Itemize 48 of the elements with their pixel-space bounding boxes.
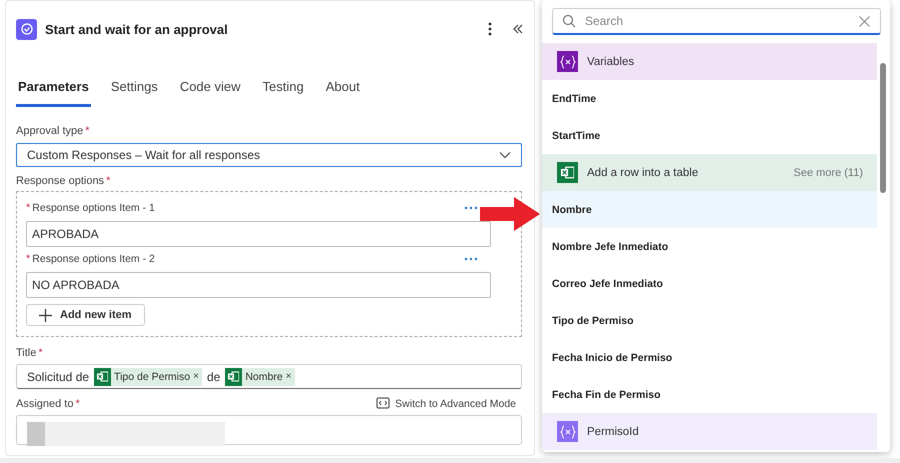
- clear-icon[interactable]: [859, 16, 870, 27]
- tab[interactable]: Parameters: [16, 73, 91, 107]
- collapse-icon[interactable]: [512, 23, 524, 35]
- field-label: Assigned to: [16, 398, 74, 410]
- field-label: Response options Item - 1: [32, 202, 155, 214]
- tab[interactable]: Code view: [178, 73, 243, 107]
- field-label: Title: [16, 347, 36, 359]
- search-field[interactable]: Search: [552, 8, 881, 35]
- plus-icon: [39, 308, 52, 322]
- approval-icon: [16, 18, 37, 40]
- field-label: Response options: [16, 175, 104, 187]
- switch-mode-link[interactable]: Switch to Advanced Mode: [376, 397, 522, 411]
- tab[interactable]: Testing: [260, 73, 306, 107]
- required-mark: *: [26, 202, 30, 214]
- code-icon: [376, 397, 392, 411]
- required-mark: *: [106, 175, 110, 187]
- search-icon: [562, 14, 576, 28]
- more-options-icon[interactable]: [488, 22, 492, 36]
- group-header[interactable]: PermisoId: [542, 413, 877, 450]
- panel-title: Start and wait for an approval: [45, 22, 229, 36]
- chevron-down-icon: [499, 151, 511, 159]
- group-header[interactable]: Variables: [542, 43, 877, 80]
- spreadsheet-icon: [225, 368, 242, 386]
- title-text: Solicitud de: [27, 370, 90, 384]
- required-mark: *: [26, 253, 30, 265]
- field-label: Approval type: [16, 125, 84, 137]
- tab[interactable]: About: [324, 73, 362, 107]
- title-text: de: [206, 370, 220, 384]
- dynamic-token[interactable]: Nombre ×: [225, 368, 295, 386]
- remove-icon[interactable]: ×: [286, 371, 292, 382]
- assigned-to-field[interactable]: [16, 415, 522, 445]
- title-field[interactable]: Solicitud de Tipo de Permiso × de Nombre ×: [16, 364, 522, 389]
- approval-type-dropdown[interactable]: Custom Responses – Wait for all responses: [16, 143, 522, 167]
- input-field[interactable]: APROBADA: [26, 221, 491, 247]
- required-mark: *: [38, 347, 43, 359]
- field-label: Response options Item - 2: [32, 253, 155, 265]
- arrow-drawing: [480, 197, 540, 231]
- remove-icon[interactable]: ×: [193, 371, 199, 382]
- dynamic-token[interactable]: Tipo de Permiso ×: [94, 368, 202, 386]
- tab[interactable]: Settings: [108, 73, 160, 107]
- add-item-button[interactable]: Add new item: [26, 304, 145, 326]
- required-mark: *: [85, 125, 90, 137]
- input-field[interactable]: NO APROBADA: [26, 272, 491, 298]
- spreadsheet-icon: [94, 368, 112, 386]
- see-more-link[interactable]: See more (11): [794, 166, 863, 178]
- list-item[interactable]: Nombre: [542, 191, 877, 228]
- group-header[interactable]: Add a row into a table See more (11): [542, 154, 877, 191]
- required-mark: *: [75, 398, 80, 410]
